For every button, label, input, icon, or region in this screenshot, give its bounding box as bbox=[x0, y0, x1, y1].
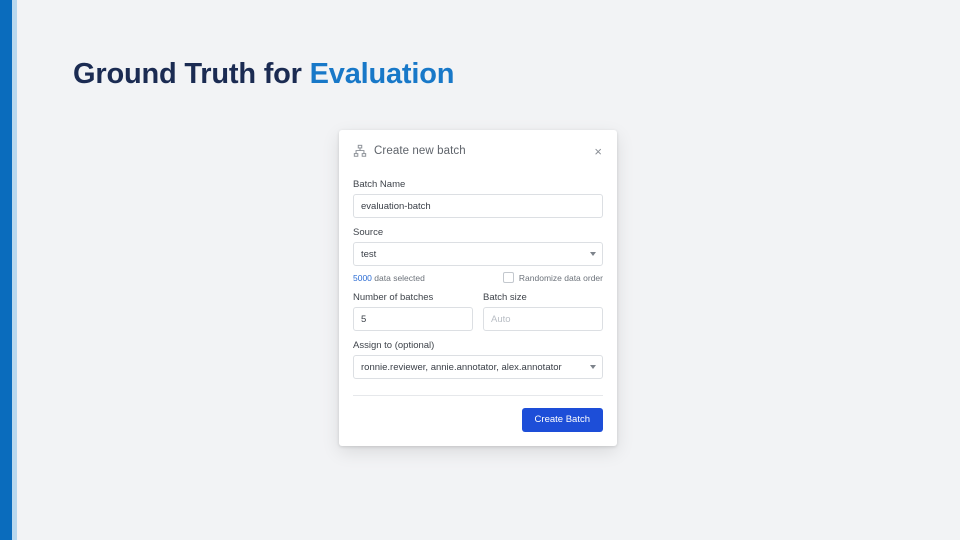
number-of-batches-input[interactable] bbox=[353, 307, 473, 331]
randomize-data-order-checkbox[interactable]: Randomize data order bbox=[502, 272, 603, 283]
number-of-batches-group: Number of batches bbox=[353, 283, 473, 331]
source-select[interactable]: test bbox=[353, 242, 603, 266]
batch-name-input[interactable] bbox=[353, 194, 603, 218]
checkbox-icon bbox=[502, 272, 514, 283]
data-selected-suffix: data selected bbox=[371, 272, 425, 283]
randomize-data-order-label: Randomize data order bbox=[518, 272, 603, 283]
page-title-accent: Evaluation bbox=[309, 58, 455, 90]
close-icon[interactable]: × bbox=[593, 145, 603, 158]
batch-size-label: Batch size bbox=[483, 292, 527, 303]
dialog-header: Create new batch × bbox=[339, 130, 617, 168]
batch-size-group: Batch size bbox=[483, 283, 603, 331]
create-batch-button[interactable]: Create Batch bbox=[521, 408, 603, 432]
data-selected-count: 5000 bbox=[353, 272, 372, 283]
chevron-down-icon bbox=[590, 365, 596, 369]
data-selected-text: 5000 data selected bbox=[353, 273, 425, 283]
assign-to-label: Assign to (optional) bbox=[353, 340, 435, 351]
batch-name-label: Batch Name bbox=[353, 179, 406, 190]
create-batch-dialog: Create new batch × Batch Name Source tes… bbox=[339, 130, 617, 446]
left-accent-bar-secondary bbox=[12, 0, 17, 540]
dialog-footer: Create Batch bbox=[339, 396, 617, 446]
page-title: Ground Truth for Evaluation bbox=[73, 58, 454, 91]
dialog-body: Batch Name Source test 5000 data selecte… bbox=[339, 168, 617, 379]
sitemap-icon bbox=[353, 144, 367, 158]
number-of-batches-label: Number of batches bbox=[353, 292, 434, 303]
left-accent-bar bbox=[0, 0, 12, 540]
page-title-primary: Ground Truth for bbox=[73, 58, 310, 90]
assign-to-select[interactable]: ronnie.reviewer, annie.annotator, alex.a… bbox=[353, 355, 603, 379]
chevron-down-icon bbox=[590, 252, 596, 256]
source-select-value: test bbox=[353, 242, 603, 266]
batch-size-input[interactable] bbox=[483, 307, 603, 331]
source-label: Source bbox=[353, 227, 384, 238]
batch-config-row: Number of batches Batch size bbox=[353, 283, 603, 331]
assign-to-select-value: ronnie.reviewer, annie.annotator, alex.a… bbox=[353, 355, 603, 379]
source-meta-row: 5000 data selected Randomize data order bbox=[353, 272, 603, 283]
dialog-title: Create new batch bbox=[374, 145, 466, 157]
